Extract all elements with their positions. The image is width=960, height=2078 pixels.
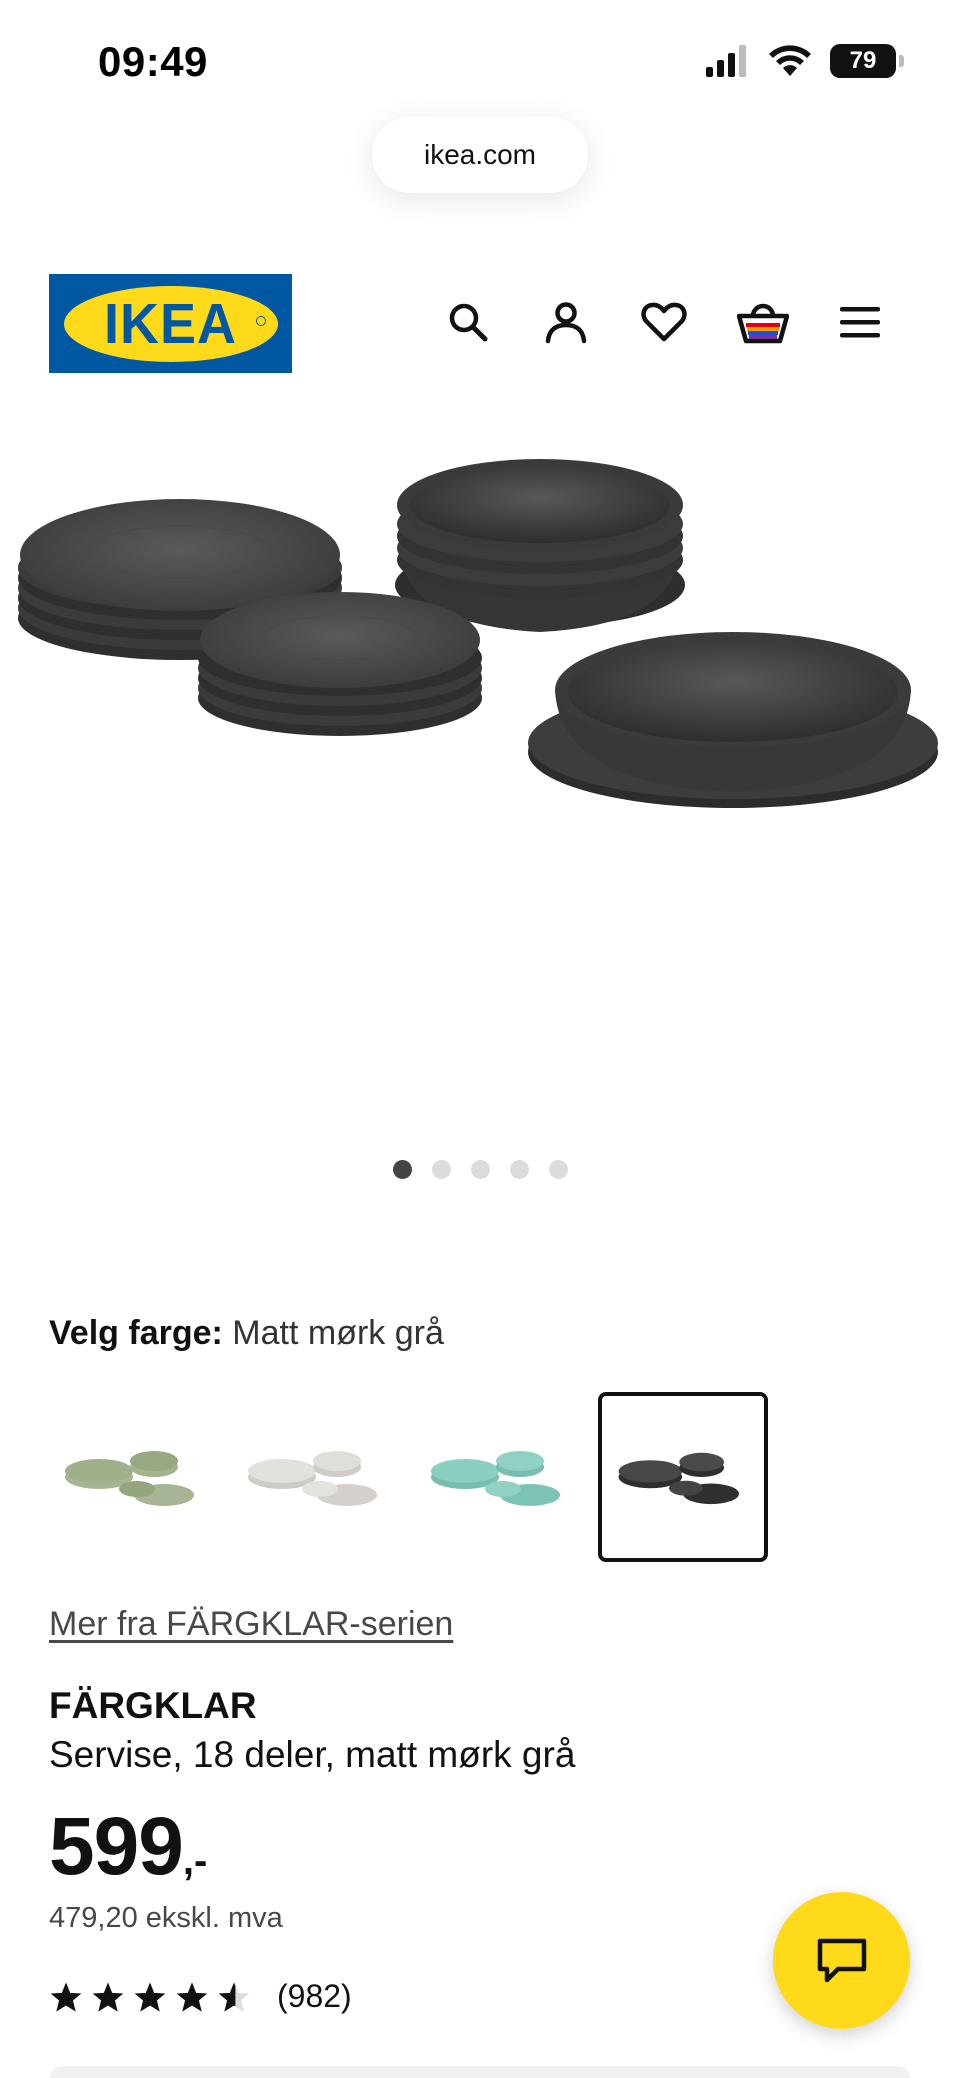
heart-icon[interactable] xyxy=(636,294,692,350)
price-suffix: ,- xyxy=(182,1839,208,1883)
address-bar[interactable]: ikea.com xyxy=(372,117,588,193)
star-icon xyxy=(92,1981,124,2012)
bottom-panel xyxy=(49,2066,911,2078)
account-icon[interactable] xyxy=(538,294,594,350)
logo-oval: IKEA xyxy=(63,285,278,362)
rating-count: (982) xyxy=(277,1978,352,2014)
url-text: ikea.com xyxy=(423,139,537,170)
plate-and-bowl xyxy=(528,632,938,808)
color-selection-label: Velg farge: Matt mørk grå xyxy=(49,1314,444,1353)
series-link[interactable]: Mer fra FÄRGKLAR-serien xyxy=(49,1605,453,1644)
product-description: Servise, 18 deler, matt mørk grå xyxy=(49,1734,576,1775)
price-amount: 599 xyxy=(49,1801,184,1892)
half-star-icon xyxy=(218,1981,250,2012)
ikea-logo[interactable]: IKEA xyxy=(49,274,292,373)
menu-icon[interactable] xyxy=(832,294,888,350)
star-icon xyxy=(176,1981,208,2012)
wifi-icon xyxy=(769,45,811,76)
product-image[interactable] xyxy=(0,400,960,1120)
swatch-green[interactable] xyxy=(49,1392,219,1562)
product-name: FÄRGKLAR xyxy=(49,1685,257,1726)
chat-icon xyxy=(817,1938,866,1982)
product-price: 599 ,- xyxy=(49,1800,207,1894)
basket-icon[interactable] xyxy=(735,294,791,350)
battery-level: 79 xyxy=(849,47,877,74)
carousel-dot-1[interactable] xyxy=(392,1160,412,1179)
logo-text: IKEA xyxy=(103,292,237,355)
cellular-signal-icon xyxy=(706,45,746,77)
color-label-prefix: Velg farge: xyxy=(49,1314,223,1352)
plate-stack-small xyxy=(198,592,482,736)
search-icon[interactable] xyxy=(440,294,496,350)
swatch-dark-grey[interactable] xyxy=(598,1392,768,1562)
site-header: IKEA xyxy=(0,272,960,373)
carousel-dot-3[interactable] xyxy=(470,1160,490,1179)
status-icons: 79 xyxy=(706,44,904,78)
carousel-dot-4[interactable] xyxy=(509,1160,529,1179)
swatch-turquoise[interactable] xyxy=(415,1392,585,1562)
image-carousel-dots xyxy=(0,1160,960,1179)
color-swatches xyxy=(49,1392,849,1562)
status-bar: 09:49 79 xyxy=(0,0,960,110)
carousel-dot-2[interactable] xyxy=(431,1160,451,1179)
status-time: 09:49 xyxy=(98,38,208,85)
carousel-dot-5[interactable] xyxy=(548,1160,568,1179)
swatch-light-grey[interactable] xyxy=(232,1392,402,1562)
price-excl-vat: 479,20 ekskl. mva xyxy=(49,1902,283,1934)
color-selected-value: Matt mørk grå xyxy=(232,1314,444,1352)
star-icon xyxy=(50,1981,82,2012)
star-icon xyxy=(134,1981,166,2012)
battery-icon: 79 xyxy=(830,44,904,78)
product-rating[interactable]: (982) xyxy=(49,1978,352,2015)
chat-button[interactable] xyxy=(773,1892,910,2029)
